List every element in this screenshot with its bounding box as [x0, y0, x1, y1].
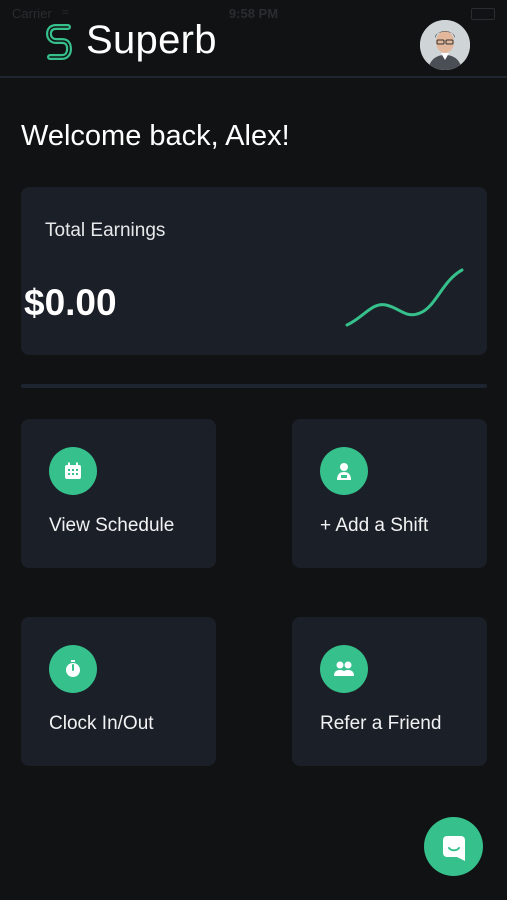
- avatar[interactable]: [420, 20, 470, 70]
- stopwatch-icon: [49, 645, 97, 693]
- earnings-card[interactable]: Total Earnings: [21, 187, 487, 355]
- brand-name: Superb: [86, 18, 217, 62]
- earnings-value: $0.00: [24, 282, 117, 323]
- logo-icon: [46, 24, 72, 60]
- view-schedule-tile[interactable]: View Schedule: [21, 419, 216, 568]
- avatar-image: [420, 20, 470, 70]
- add-shift-icon: [320, 447, 368, 495]
- section-divider: [21, 384, 487, 388]
- add-shift-label: + Add a Shift: [320, 515, 429, 536]
- earnings-label: Total Earnings: [45, 220, 166, 241]
- sparkline-icon: [345, 268, 464, 327]
- app-header: Superb: [0, 0, 507, 78]
- calendar-icon: [49, 447, 97, 495]
- welcome-heading: Welcome back, Alex!: [21, 120, 290, 152]
- refer-friend-label: Refer a Friend: [320, 713, 442, 734]
- clock-in-out-tile[interactable]: Clock In/Out: [21, 617, 216, 766]
- people-icon: [320, 645, 368, 693]
- clock-in-out-label: Clock In/Out: [49, 713, 154, 734]
- chat-icon: [442, 835, 465, 861]
- refer-friend-tile[interactable]: Refer a Friend: [292, 617, 487, 766]
- add-shift-tile[interactable]: + Add a Shift: [292, 419, 487, 568]
- view-schedule-label: View Schedule: [49, 515, 175, 536]
- chat-button[interactable]: [424, 817, 483, 876]
